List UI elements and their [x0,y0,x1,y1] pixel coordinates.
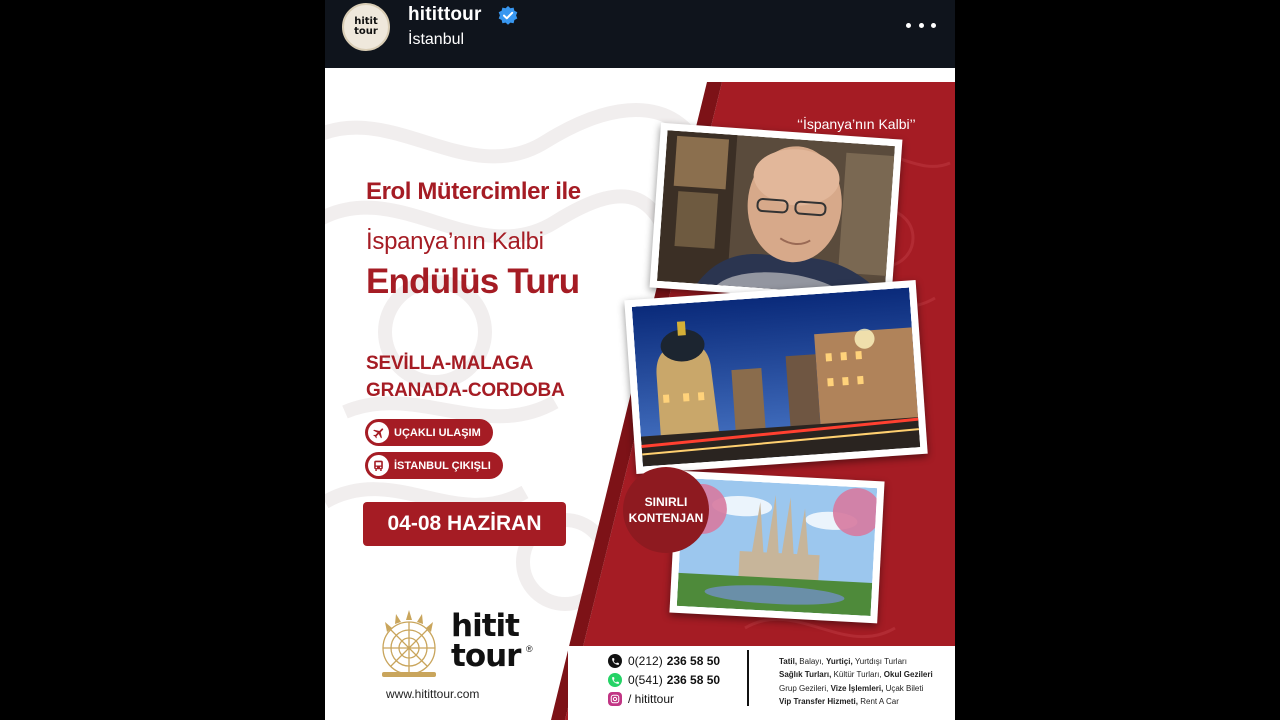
headline-title: Endülüs Turu [366,262,580,301]
service-item: Grup Gezileri, [779,683,831,693]
headline-subtitle: İspanya’nın Kalbi [366,228,544,255]
contact-divider [747,650,749,706]
instagram-handle: / hitittour [608,692,674,706]
cities-line-1: SEVİLLA-MALAGA [366,353,534,374]
service-item: Okul Gezileri [883,670,933,680]
whatsapp-icon [608,673,622,687]
quote-text: ‘‘İspanya’nın Kalbi’’ [797,116,916,132]
hitit-sun-logo-icon [382,610,436,677]
instagram-post: hitit tour hitittour İstanbul ‘‘İspanya’… [325,0,955,720]
avatar-text-bottom: tour [354,26,378,37]
service-item: Vip Transfer Hizmeti, [779,696,861,706]
hitit-tour-logo-text: hitit tour [451,608,521,674]
registered-mark: ® [526,644,533,654]
website-url: www.hitittour.com [386,687,480,701]
service-item: Kültür Turları, [833,670,884,680]
istanbul-departure-label: İSTANBUL ÇIKIŞLI [394,459,491,472]
istanbul-departure-pill: İSTANBUL ÇIKIŞLI [365,452,503,479]
post-location[interactable]: İstanbul [408,31,464,49]
service-item: Balayı, [799,657,826,666]
service-item: Vize İşlemleri, [830,683,886,693]
airplane-icon [368,422,389,443]
phone-2-number: 236 58 50 [666,673,721,687]
badge-line-2: KONTENJAN [628,511,704,525]
instagram-handle-text: / hitittour [628,692,675,706]
phone-1-prefix: 0(212) [628,654,663,668]
cities-list: SEVİLLA-MALAGA GRANADA-CORDOBA [366,350,565,404]
badge-line-1: SINIRLI [644,495,688,509]
verified-badge-icon [498,6,518,25]
portrait-photo [649,122,903,305]
headline-host: Erol Mütercimler ile [366,178,581,205]
service-item: Yurtdışı Turları [854,657,907,666]
phone-icon [608,654,622,668]
phone-1: 0(212) 236 58 50 [608,654,720,668]
services-line-4: Vip Transfer Hizmeti, Rent A Car [779,695,933,708]
logo-word-bottom: tour [451,638,521,674]
phone-2: 0(541) 236 58 50 [608,673,720,687]
logo-word-top: hitit [451,608,520,644]
services-list: Tatil, Balayı, Yurtiçi, Yurtdışı Turları… [779,655,933,708]
tour-date: 04-08 HAZİRAN [363,502,566,546]
madrid-city-photo [624,280,928,474]
service-item: Tatil, [779,657,800,666]
post-header: hitit tour hitittour İstanbul [325,0,955,68]
more-options-icon[interactable] [906,12,936,38]
cities-line-2: GRANADA-CORDOBA [366,380,565,401]
tour-flyer-image: ‘‘İspanya’nın Kalbi’’ SINIRLI KONTENJAN … [325,68,955,720]
limited-capacity-badge: SINIRLI KONTENJAN [623,467,709,553]
instagram-icon [608,692,622,706]
service-item: Sağlık Turları, [779,670,834,680]
profile-avatar[interactable]: hitit tour [342,3,390,51]
services-line-2: Sağlık Turları, Kültür Turları, Okul Gez… [779,668,933,681]
profile-username[interactable]: hitittour [408,4,482,26]
service-item: Yurtiçi, [825,657,855,666]
flight-transport-pill: UÇAKLI ULAŞIM [365,419,493,446]
service-item: Rent A Car [860,696,899,706]
phone-2-prefix: 0(541) [628,673,663,687]
phone-1-number: 236 58 50 [666,654,721,668]
flight-transport-label: UÇAKLI ULAŞIM [394,426,481,439]
services-line-1: Tatil, Balayı, Yurtiçi, Yurtdışı Turları [779,655,933,668]
services-line-3: Grup Gezileri, Vize İşlemleri, Uçak Bile… [779,682,933,695]
service-item: Uçak Bileti [885,683,924,693]
bus-icon [368,455,389,476]
